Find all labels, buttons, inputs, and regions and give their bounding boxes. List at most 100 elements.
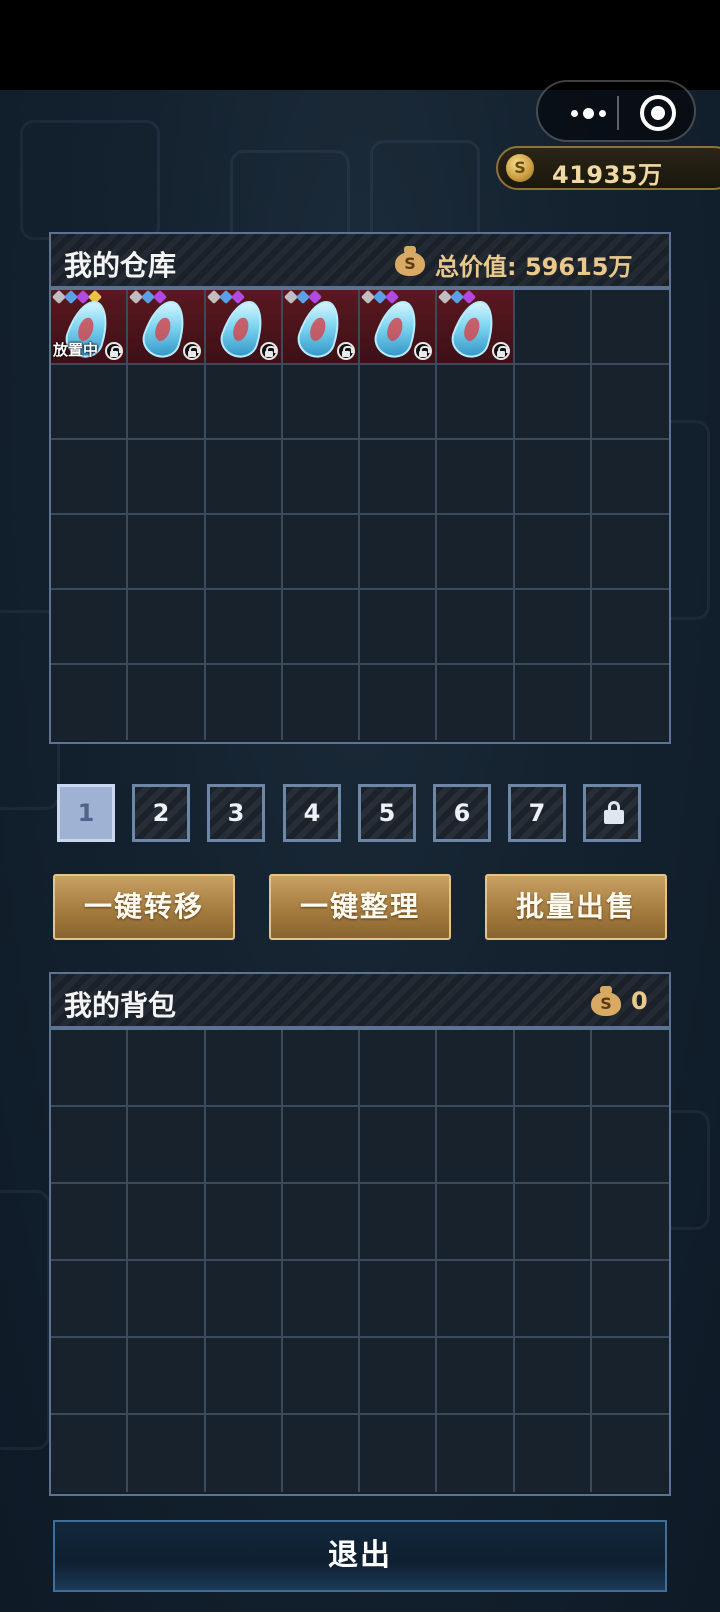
backpack-empty-slot[interactable]: [205, 1184, 283, 1261]
backpack-empty-slot[interactable]: [360, 1415, 438, 1492]
backpack-empty-slot[interactable]: [51, 1261, 129, 1338]
warehouse-empty-slot[interactable]: [51, 515, 129, 590]
warehouse-empty-slot[interactable]: [591, 365, 669, 440]
warehouse-empty-slot[interactable]: [514, 665, 592, 740]
backpack-empty-slot[interactable]: [360, 1338, 438, 1415]
backpack-empty-slot[interactable]: [205, 1107, 283, 1184]
warehouse-item-slot[interactable]: [205, 289, 283, 365]
backpack-empty-slot[interactable]: [591, 1415, 669, 1492]
page-tab-7[interactable]: 7: [508, 784, 566, 842]
warehouse-empty-slot[interactable]: [591, 515, 669, 590]
warehouse-empty-slot[interactable]: [437, 365, 515, 440]
backpack-empty-slot[interactable]: [514, 1107, 592, 1184]
backpack-empty-slot[interactable]: [437, 1415, 515, 1492]
backpack-empty-slot[interactable]: [128, 1107, 206, 1184]
warehouse-empty-slot[interactable]: [437, 665, 515, 740]
backpack-empty-slot[interactable]: [282, 1184, 360, 1261]
warehouse-empty-slot[interactable]: [128, 440, 206, 515]
warehouse-empty-slot[interactable]: [128, 590, 206, 665]
warehouse-empty-slot[interactable]: [514, 590, 592, 665]
warehouse-empty-slot[interactable]: [591, 590, 669, 665]
backpack-empty-slot[interactable]: [591, 1107, 669, 1184]
warehouse-empty-slot[interactable]: [205, 515, 283, 590]
bulk-sell-button[interactable]: 批量出售: [485, 874, 667, 940]
warehouse-empty-slot[interactable]: [437, 440, 515, 515]
backpack-empty-slot[interactable]: [128, 1030, 206, 1107]
warehouse-empty-slot[interactable]: [282, 365, 360, 440]
backpack-empty-slot[interactable]: [591, 1184, 669, 1261]
backpack-empty-slot[interactable]: [282, 1261, 360, 1338]
page-tab-6[interactable]: 6: [433, 784, 491, 842]
backpack-empty-slot[interactable]: [128, 1261, 206, 1338]
backpack-empty-slot[interactable]: [591, 1338, 669, 1415]
backpack-empty-slot[interactable]: [51, 1030, 129, 1107]
backpack-empty-slot[interactable]: [282, 1338, 360, 1415]
backpack-empty-slot[interactable]: [514, 1261, 592, 1338]
backpack-empty-slot[interactable]: [205, 1030, 283, 1107]
warehouse-empty-slot[interactable]: [514, 440, 592, 515]
backpack-empty-slot[interactable]: [437, 1261, 515, 1338]
backpack-empty-slot[interactable]: [282, 1107, 360, 1184]
backpack-empty-slot[interactable]: [360, 1107, 438, 1184]
warehouse-empty-slot[interactable]: [360, 590, 438, 665]
warehouse-empty-slot[interactable]: [360, 515, 438, 590]
more-menu-icon[interactable]: [558, 99, 618, 127]
backpack-empty-slot[interactable]: [437, 1338, 515, 1415]
warehouse-item-slot[interactable]: 放置中: [51, 289, 129, 365]
exit-button[interactable]: 退出: [53, 1520, 667, 1592]
backpack-empty-slot[interactable]: [205, 1261, 283, 1338]
backpack-empty-slot[interactable]: [591, 1030, 669, 1107]
warehouse-empty-slot[interactable]: [514, 515, 592, 590]
backpack-empty-slot[interactable]: [514, 1030, 592, 1107]
backpack-empty-slot[interactable]: [51, 1415, 129, 1492]
warehouse-empty-slot[interactable]: [51, 590, 129, 665]
warehouse-empty-slot[interactable]: [282, 665, 360, 740]
backpack-empty-slot[interactable]: [51, 1107, 129, 1184]
page-tab-2[interactable]: 2: [132, 784, 190, 842]
backpack-empty-slot[interactable]: [437, 1107, 515, 1184]
backpack-empty-slot[interactable]: [51, 1184, 129, 1261]
warehouse-empty-slot[interactable]: [437, 515, 515, 590]
warehouse-empty-slot[interactable]: [205, 590, 283, 665]
backpack-empty-slot[interactable]: [360, 1261, 438, 1338]
warehouse-item-slot[interactable]: [360, 289, 438, 365]
warehouse-empty-slot[interactable]: [360, 665, 438, 740]
backpack-empty-slot[interactable]: [205, 1415, 283, 1492]
warehouse-empty-slot[interactable]: [591, 665, 669, 740]
page-tab-5[interactable]: 5: [358, 784, 416, 842]
warehouse-empty-slot[interactable]: [591, 440, 669, 515]
backpack-empty-slot[interactable]: [128, 1338, 206, 1415]
backpack-empty-slot[interactable]: [437, 1184, 515, 1261]
backpack-empty-slot[interactable]: [514, 1415, 592, 1492]
backpack-empty-slot[interactable]: [360, 1184, 438, 1261]
warehouse-item-slot[interactable]: [282, 289, 360, 365]
backpack-empty-slot[interactable]: [282, 1030, 360, 1107]
warehouse-empty-slot[interactable]: [514, 365, 592, 440]
transfer-all-button[interactable]: 一键转移: [53, 874, 235, 940]
backpack-empty-slot[interactable]: [514, 1338, 592, 1415]
warehouse-empty-slot[interactable]: [51, 440, 129, 515]
backpack-empty-slot[interactable]: [128, 1415, 206, 1492]
page-tab-4[interactable]: 4: [283, 784, 341, 842]
warehouse-empty-slot[interactable]: [205, 440, 283, 515]
warehouse-empty-slot[interactable]: [205, 665, 283, 740]
warehouse-empty-slot[interactable]: [51, 665, 129, 740]
warehouse-empty-slot[interactable]: [282, 440, 360, 515]
warehouse-empty-slot[interactable]: [205, 365, 283, 440]
warehouse-empty-slot[interactable]: [282, 515, 360, 590]
warehouse-empty-slot[interactable]: [128, 365, 206, 440]
backpack-empty-slot[interactable]: [51, 1338, 129, 1415]
backpack-empty-slot[interactable]: [514, 1184, 592, 1261]
backpack-empty-slot[interactable]: [205, 1338, 283, 1415]
backpack-empty-slot[interactable]: [360, 1030, 438, 1107]
page-tab-1[interactable]: 1: [57, 784, 115, 842]
locked-page-tab[interactable]: [583, 784, 641, 842]
warehouse-item-slot[interactable]: [128, 289, 206, 365]
warehouse-empty-slot[interactable]: [128, 515, 206, 590]
warehouse-empty-slot[interactable]: [591, 290, 669, 365]
backpack-empty-slot[interactable]: [282, 1415, 360, 1492]
warehouse-empty-slot[interactable]: [282, 590, 360, 665]
organize-all-button[interactable]: 一键整理: [269, 874, 451, 940]
backpack-empty-slot[interactable]: [128, 1184, 206, 1261]
warehouse-empty-slot[interactable]: [51, 365, 129, 440]
